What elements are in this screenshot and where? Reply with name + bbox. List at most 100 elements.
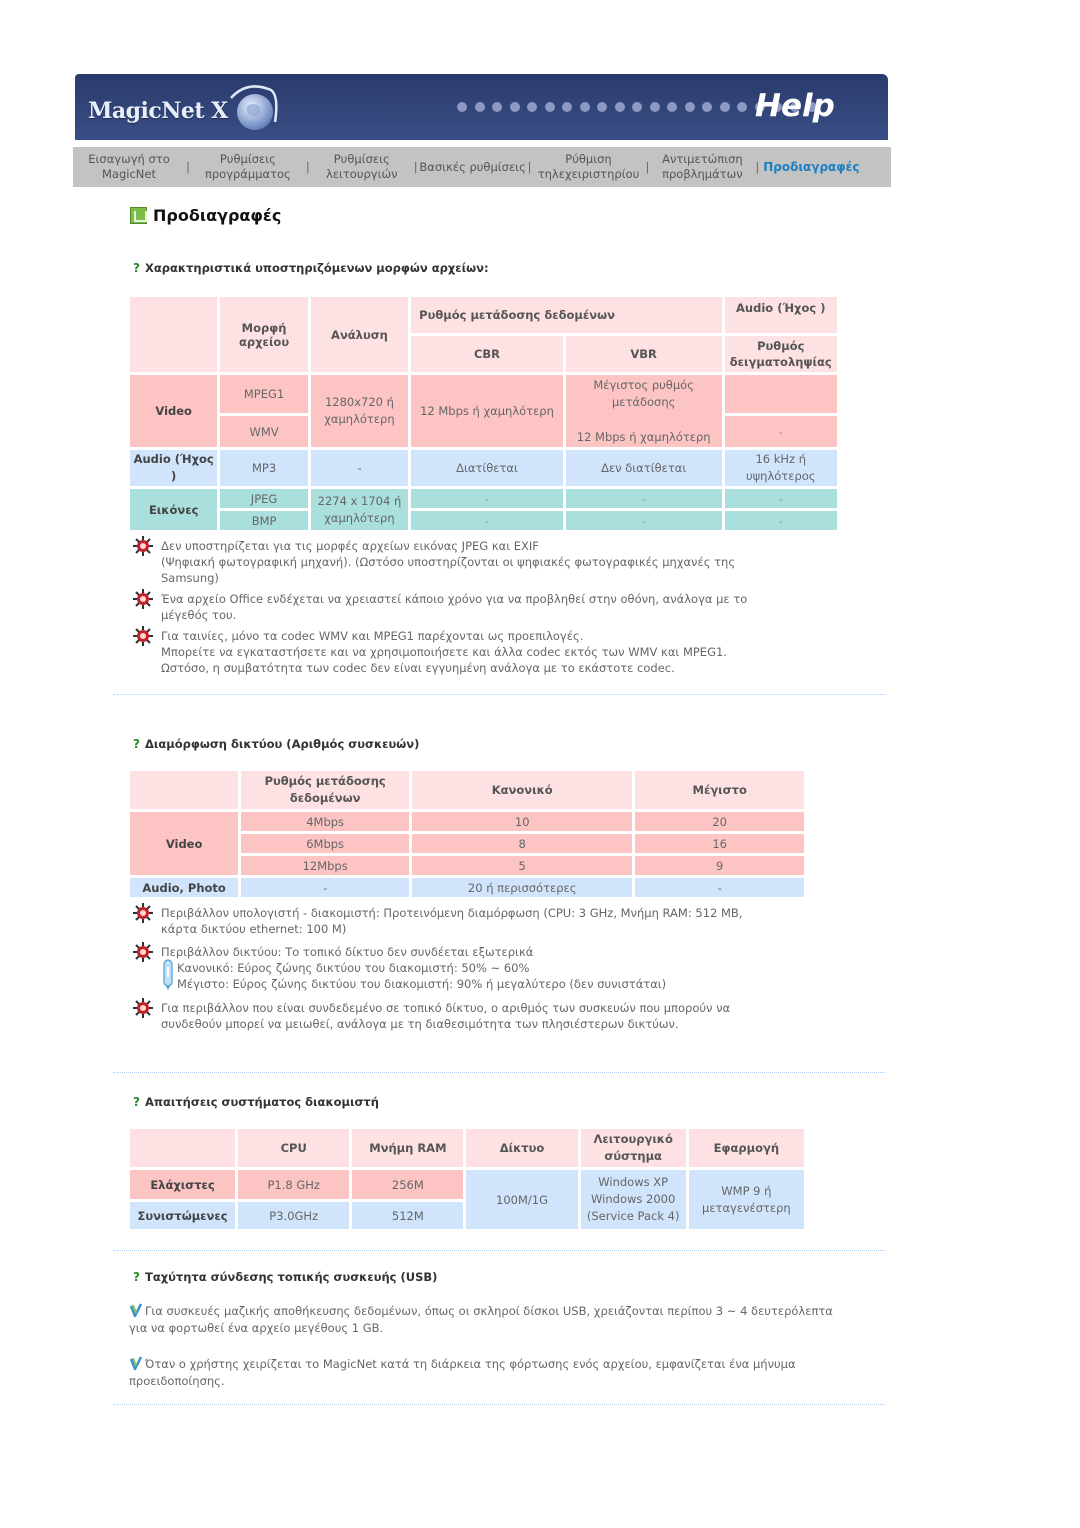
section-divider [113,694,885,695]
nav-item-program-settings[interactable]: Ρυθμίσεις προγράμματος [191,152,305,182]
header-max: Μέγιστο [635,771,804,809]
header-app: Εφαρμογή [688,1129,804,1167]
header-ram: Μνήμη RAM [352,1129,464,1167]
question-icon: ? [133,737,140,751]
nav-item-remote-setup[interactable]: Ρύθμιση τηλεχειριστηρίου [533,152,645,182]
cell-jpeg: JPEG [220,489,308,508]
question-icon: ? [133,261,140,275]
network-table: Ρυθμός μετάδοσης δεδομένων Κανονικό Μέγι… [127,768,807,900]
cell-audio-sampling: 16 kHz ή υψηλότερος [724,450,837,486]
cell-audio-cbr: Διατίθεται [411,450,563,486]
cell-bmp-vbr: - [565,511,722,530]
magicnet-logo: MagicNet X [88,98,228,124]
row-label-audio-photo: Audio, Photo [130,878,239,897]
section-heading-formats: ? Χαρακτηριστικά υποστηριζόμενων μορφών … [133,261,489,275]
warning-bulb-icon [133,903,153,923]
cell-max: 16 [635,834,804,853]
question-icon: ? [133,1270,140,1284]
header-resolution: Ανάλυση [310,297,409,372]
warning-bulb-icon [133,626,153,646]
section-divider [113,1250,885,1251]
header-empty [130,1129,236,1167]
note-normal-bandwidth: Κανονικό: Εύρος ζώνης δικτύου του διακομ… [177,961,530,975]
note-codecs: Για ταινίες, μόνο τα codec WMV και MPEG1… [133,626,823,676]
row-label-video: Video [130,812,239,875]
note-jpeg-exif: Δεν υποστηρίζεται για τις μορφές αρχείων… [133,536,823,586]
row-label-images: Εικόνες [130,489,218,530]
row-label-audio: Audio (Ήχος ) [130,450,218,486]
cell-os: Windows XP Windows 2000 (Service Pack 4) [580,1170,686,1229]
header-empty [130,297,218,372]
cell-audio-resolution: - [310,450,409,486]
cell-image-resolution: 2274 x 1704 ή χαμηλότερη [310,489,409,530]
warning-bulb-icon [133,536,153,556]
cell-bmp-cbr: - [411,511,563,530]
cell-wmv: WMV [220,416,308,447]
cell-bmp: BMP [220,511,308,530]
header-cpu: CPU [238,1129,350,1167]
nav-item-intro[interactable]: Εισαγωγή στο MagicNet [73,152,185,182]
header-cbr: CBR [411,336,563,372]
section-heading-network: ? Διαμόρφωση δικτύου (Αριθμός συσκευών) [133,737,420,751]
cell-mpeg1: MPEG1 [220,375,308,413]
warning-bulb-icon [133,998,153,1018]
row-label-recommended: Συνιστώμενες [130,1202,236,1229]
cell-max: - [635,878,804,897]
cell-jpeg-cbr: - [411,489,563,508]
header-sampling: Ρυθμός δειγματοληψίας [724,336,837,372]
nav-item-function-settings[interactable]: Ρυθμίσεις λειτουργιών [311,152,413,182]
usb-note-warning-message: Όταν ο χρήστης χειρίζεται το MagicNet κα… [129,1356,796,1388]
cell-normal: 8 [412,834,633,853]
section-divider [113,1072,885,1073]
section-heading-server: ? Απαιτήσεις συστήματος διακομιστή [133,1095,379,1109]
spec-icon [130,207,147,224]
cell-rate: 12Mbps [241,856,410,875]
cell-rate: - [241,878,410,897]
warning-bulb-icon [133,942,153,962]
cell-rate: 6Mbps [241,834,410,853]
paperclip-icon [129,1356,143,1370]
server-requirements-table: CPU Μνήμη RAM Δίκτυο Λειτουργικό σύστημα… [127,1126,807,1232]
page-title: Προδιαγραφές [130,206,281,225]
cell-rec-cpu: P3.0GHz [238,1202,350,1229]
cell-audio-vbr: Δεν διατίθεται [565,450,722,486]
question-icon: ? [133,1095,140,1109]
help-title: Help [755,88,835,124]
cell-network: 100M/1G [466,1170,578,1229]
note-pc-environment: Περιβάλλον υπολογιστή - διακομιστή: Προτ… [133,903,823,937]
cell-normal: 5 [412,856,633,875]
usb-note-mass-storage: Για συσκευές μαζικής αποθήκευσης δεδομέν… [129,1303,833,1335]
cell-rate: 4Mbps [241,812,410,831]
formats-table: Μορφή αρχείου Ανάλυση Ρυθμός μετάδοσης δ… [127,294,840,533]
header-audio: Audio (Ήχος ) [724,297,837,333]
cell-jpeg-sampling: - [724,489,837,508]
nav-item-basic-settings[interactable]: Βασικές ρυθμίσεις [419,160,527,175]
header-bitrate: Ρυθμός μετάδοσης δεδομένων [411,297,722,333]
nav-item-troubleshooting[interactable]: Αντιμετώπιση προβλημάτων [650,152,754,182]
bandwidth-gauge-icon [163,959,173,990]
globe-icon [230,85,278,130]
note-office-file: Ένα αρχείο Office ενδέχεται να χρειαστεί… [133,589,823,623]
header-network: Δίκτυο [466,1129,578,1167]
cell-bmp-sampling: - [724,511,837,530]
cell-min-cpu: P1.8 GHz [238,1170,350,1199]
header-os: Λειτουργικό σύστημα [580,1129,686,1167]
section-divider [113,1404,885,1405]
cell-normal: 20 ή περισσότερες [412,878,633,897]
note-max-bandwidth: Μέγιστο: Εύρος ζώνης δικτύου του διακομι… [177,977,667,991]
cell-mpeg1-sampling [724,375,837,413]
paperclip-icon [129,1303,143,1317]
header-format: Μορφή αρχείου [220,297,308,372]
cell-video-vbr: Μέγιστος ρυθμός μετάδοσης 12 Mbps ή χαμηλ… [565,375,722,447]
header-vbr: VBR [565,336,722,372]
header-banner: MagicNet X Help [75,74,888,140]
header-rate: Ρυθμός μετάδοσης δεδομένων [241,771,410,809]
cell-video-cbr: 12 Mbps ή χαμηλότερη [411,375,563,447]
cell-jpeg-vbr: - [565,489,722,508]
warning-bulb-icon [133,589,153,609]
cell-video-resolution: 1280x720 ή χαμηλότερη [310,375,409,447]
nav-item-specifications[interactable]: Προδιαγραφές [760,160,859,175]
row-label-minimum: Ελάχιστες [130,1170,236,1199]
cell-wmv-sampling: - [724,416,837,447]
cell-app: WMP 9 ή μεταγενέστερη [688,1170,804,1229]
